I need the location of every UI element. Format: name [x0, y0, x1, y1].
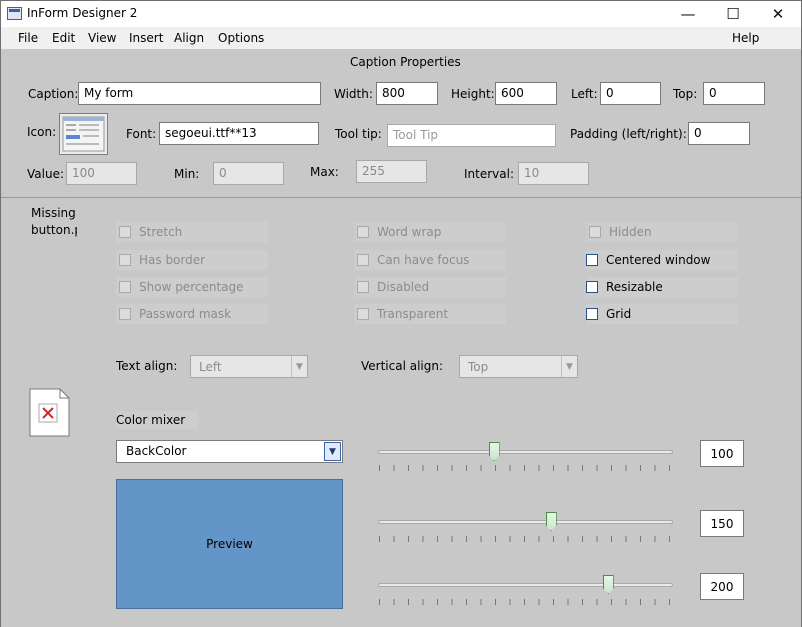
- icon-label: Icon:: [27, 125, 57, 139]
- red-slider-track[interactable]: [378, 450, 673, 454]
- caption-input[interactable]: My form: [78, 82, 321, 105]
- left-label: Left:: [571, 87, 598, 101]
- interval-label: Interval:: [464, 167, 514, 181]
- menu-align[interactable]: Align: [174, 31, 204, 45]
- tooltip-label: Tool tip:: [335, 127, 382, 141]
- minimize-button[interactable]: —: [665, 1, 711, 27]
- menu-view[interactable]: View: [88, 31, 116, 45]
- transparent-checkbox[interactable]: Transparent: [354, 304, 506, 324]
- preview-label: Preview: [206, 537, 253, 551]
- tooltip-input[interactable]: Tool Tip: [387, 124, 556, 147]
- vertical-align-label: Vertical align:: [361, 359, 444, 373]
- title-bar[interactable]: InForm Designer 2 — ☐ ✕: [1, 1, 801, 27]
- disabled-checkbox[interactable]: Disabled: [354, 277, 506, 297]
- show-percentage-checkbox[interactable]: Show percentage: [116, 277, 268, 297]
- font-input[interactable]: segoeui.ttf**13: [159, 122, 319, 145]
- height-input[interactable]: 600: [495, 82, 557, 105]
- form-thumbnail-icon: [62, 116, 105, 152]
- missing-image-text-2: button.p: [31, 223, 77, 237]
- menu-edit[interactable]: Edit: [52, 31, 75, 45]
- caption-label: Caption:: [28, 87, 79, 101]
- height-label: Height:: [451, 87, 495, 101]
- vertical-align-dropdown[interactable]: Top ▼: [459, 355, 578, 378]
- properties-panel: Caption Properties Caption: My form Widt…: [1, 49, 801, 627]
- max-label: Max:: [310, 165, 339, 179]
- red-value-box[interactable]: 100: [700, 440, 744, 467]
- max-input[interactable]: 255: [356, 160, 427, 183]
- section-divider: [1, 197, 801, 198]
- color-preview: Preview: [116, 479, 343, 609]
- password-mask-checkbox[interactable]: Password mask: [116, 304, 268, 324]
- padding-label: Padding (left/right):: [570, 127, 687, 141]
- resizable-checkbox[interactable]: Resizable: [586, 277, 738, 297]
- caption-properties-header: Caption Properties: [350, 55, 461, 69]
- top-input[interactable]: 0: [703, 82, 765, 105]
- word-wrap-checkbox[interactable]: Word wrap: [354, 222, 506, 242]
- menu-insert[interactable]: Insert: [129, 31, 163, 45]
- window-title: InForm Designer 2: [27, 6, 138, 20]
- top-label: Top:: [673, 87, 698, 101]
- blue-slider-track[interactable]: [378, 583, 673, 587]
- chevron-down-icon: ▼: [561, 356, 577, 377]
- app-icon: [7, 7, 22, 20]
- color-mixer-label: Color mixer: [116, 411, 198, 429]
- menu-file[interactable]: File: [18, 31, 38, 45]
- stretch-checkbox[interactable]: Stretch: [116, 222, 268, 242]
- green-slider-ticks: [379, 536, 673, 542]
- blue-value-box[interactable]: 200: [700, 573, 744, 600]
- hidden-checkbox[interactable]: Hidden: [586, 222, 738, 242]
- close-button[interactable]: ✕: [755, 1, 801, 27]
- blue-slider-ticks: [379, 599, 673, 605]
- interval-input[interactable]: 10: [518, 162, 589, 185]
- text-align-dropdown[interactable]: Left ▼: [190, 355, 308, 378]
- blue-slider-thumb[interactable]: [602, 575, 614, 594]
- broken-image-icon: [29, 388, 70, 437]
- can-have-focus-checkbox[interactable]: Can have focus: [354, 250, 506, 270]
- left-input[interactable]: 0: [600, 82, 661, 105]
- font-label: Font:: [126, 127, 157, 141]
- chevron-down-icon: ▼: [324, 442, 341, 461]
- min-label: Min:: [174, 167, 200, 181]
- padding-input[interactable]: 0: [688, 122, 750, 145]
- maximize-button[interactable]: ☐: [710, 1, 756, 27]
- icon-picker[interactable]: [59, 113, 108, 155]
- has-border-checkbox[interactable]: Has border: [116, 250, 268, 270]
- red-slider-ticks: [379, 465, 673, 471]
- menu-options[interactable]: Options: [218, 31, 264, 45]
- green-slider-thumb[interactable]: [545, 512, 557, 531]
- width-label: Width:: [334, 87, 373, 101]
- value-input[interactable]: 100: [66, 162, 137, 185]
- preview-strip: Missing button.p: [1, 198, 77, 627]
- grid-checkbox[interactable]: Grid: [586, 304, 738, 324]
- green-value-box[interactable]: 150: [700, 510, 744, 537]
- menu-bar: File Edit View Insert Align Options Help: [1, 27, 801, 49]
- green-slider-track[interactable]: [378, 520, 673, 524]
- value-label: Value:: [27, 167, 64, 181]
- chevron-down-icon: ▼: [291, 356, 307, 377]
- centered-window-checkbox[interactable]: Centered window: [586, 250, 738, 270]
- width-input[interactable]: 800: [376, 82, 438, 105]
- main-window: InForm Designer 2 — ☐ ✕ File Edit View I…: [0, 0, 802, 627]
- min-input[interactable]: 0: [213, 162, 284, 185]
- red-slider-thumb[interactable]: [488, 442, 500, 461]
- menu-help[interactable]: Help: [732, 31, 759, 45]
- missing-image-text-1: Missing: [31, 206, 76, 220]
- color-target-dropdown[interactable]: BackColor ▼: [116, 440, 343, 463]
- text-align-label: Text align:: [116, 359, 178, 373]
